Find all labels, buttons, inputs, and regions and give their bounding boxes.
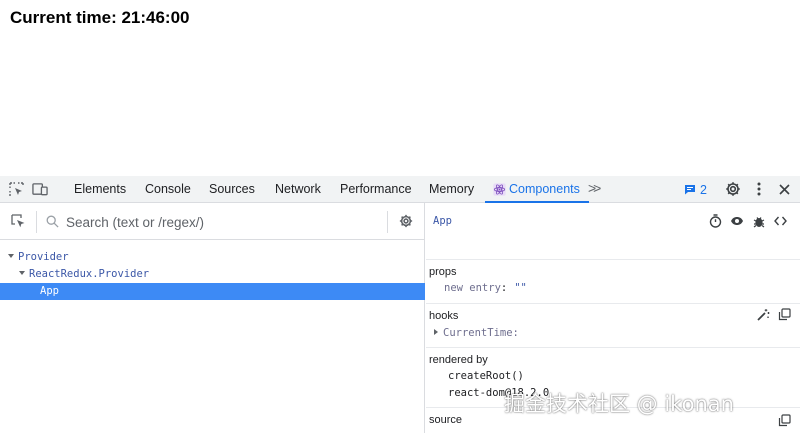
props-section-title: props — [429, 266, 457, 278]
tab-performance[interactable]: Performance — [340, 176, 412, 203]
eye-icon[interactable] — [730, 214, 744, 228]
devtools-toolbar: Elements Console Sources Network Perform… — [0, 176, 800, 203]
more-options-icon[interactable] — [751, 181, 767, 197]
tree-row-label: Provider — [18, 251, 69, 263]
magic-wand-icon[interactable] — [756, 308, 770, 322]
tab-memory[interactable]: Memory — [429, 176, 474, 203]
view-source-icon[interactable] — [773, 214, 787, 228]
tab-components[interactable]: Components — [485, 176, 589, 203]
toolbar-divider — [387, 211, 388, 233]
component-tree-panel: Provider ReactRedux.Provider App — [0, 203, 425, 433]
hooks-section-title: hooks — [429, 310, 459, 322]
rendered-by-section-title: rendered by — [429, 354, 488, 366]
copy-icon[interactable] — [778, 308, 791, 321]
section-divider — [426, 259, 800, 260]
component-search-bar — [0, 203, 425, 240]
select-component-icon[interactable] — [11, 214, 26, 229]
search-input[interactable] — [66, 213, 376, 231]
devtools-panel: Elements Console Sources Network Perform… — [0, 176, 800, 433]
tab-sources[interactable]: Sources — [209, 176, 255, 203]
prop-row[interactable]: new entry: "" — [444, 282, 527, 294]
selected-component-name: App — [433, 215, 452, 227]
tree-row-label: ReactRedux.Provider — [29, 268, 150, 280]
stopwatch-icon[interactable] — [708, 214, 722, 228]
prop-colon: : — [500, 282, 508, 294]
tab-console[interactable]: Console — [145, 176, 191, 203]
tree-row-provider[interactable]: Provider — [0, 249, 425, 266]
issues-button[interactable]: 2 — [684, 176, 707, 203]
expand-triangle-icon[interactable] — [19, 271, 25, 275]
tab-network[interactable]: Network — [275, 176, 321, 203]
component-inspector-panel: App props new entry: "" hooks CurrentTim… — [426, 203, 800, 433]
bug-icon[interactable] — [752, 214, 766, 228]
hook-row[interactable]: CurrentTime: — [434, 327, 519, 339]
issues-count: 2 — [700, 182, 707, 197]
current-time-heading: Current time: 21:46:00 — [10, 8, 190, 27]
search-icon — [46, 215, 59, 228]
tree-row-app[interactable]: App — [0, 283, 425, 300]
prop-key: new entry — [444, 282, 501, 294]
section-divider — [426, 303, 800, 304]
copy-icon[interactable] — [778, 414, 791, 427]
tree-row-reactredux-provider[interactable]: ReactRedux.Provider — [0, 266, 425, 283]
toolbar-divider — [36, 211, 37, 233]
expand-triangle-icon[interactable] — [434, 329, 438, 335]
tab-elements[interactable]: Elements — [74, 176, 126, 203]
react-logo-icon — [493, 183, 506, 196]
app-viewport: Current time: 21:46:00 — [0, 0, 800, 176]
device-toolbar-icon[interactable] — [32, 181, 48, 197]
more-tabs-icon[interactable]: >> — [588, 180, 601, 196]
section-divider — [426, 347, 800, 348]
tree-row-label: App — [40, 285, 59, 297]
rendered-by-item: react-dom@18.2.0 — [448, 387, 550, 399]
hook-name: CurrentTime: — [443, 327, 519, 339]
expand-triangle-icon[interactable] — [8, 254, 14, 258]
inspector-header: App — [426, 203, 800, 240]
settings-icon[interactable] — [399, 214, 413, 228]
section-divider — [426, 407, 800, 408]
rendered-by-item: createRoot() — [448, 370, 524, 382]
tab-components-label: Components — [509, 182, 580, 196]
source-section-title: source — [429, 414, 463, 426]
settings-icon[interactable] — [725, 181, 741, 197]
inspect-element-icon[interactable] — [8, 181, 24, 197]
issues-icon — [684, 184, 696, 195]
close-icon[interactable] — [776, 181, 792, 197]
prop-value[interactable]: "" — [514, 282, 527, 294]
